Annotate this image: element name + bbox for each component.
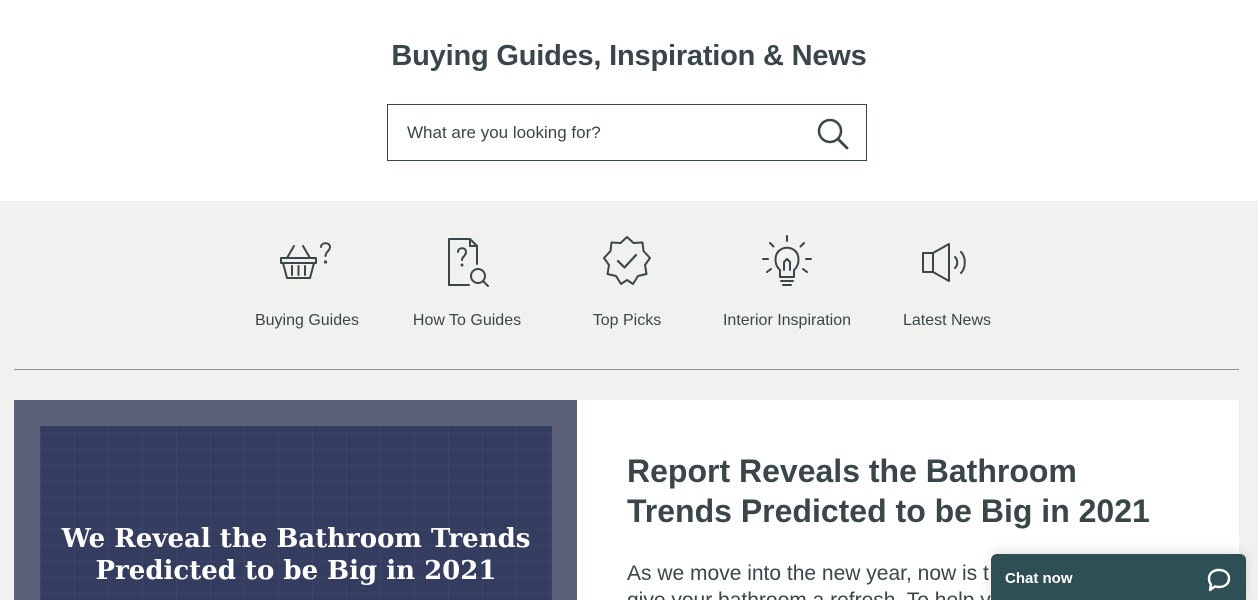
category-buying-guides[interactable]: Buying Guides (237, 228, 377, 330)
divider (14, 369, 1239, 370)
header-section: Buying Guides, Inspiration & News (0, 0, 1258, 201)
category-label: Interior Inspiration (722, 312, 852, 329)
category-label: How To Guides (412, 312, 522, 329)
featured-image-panel: We Reveal the Bathroom Trends Predicted … (40, 426, 552, 600)
article-headline[interactable]: Report Reveals the Bathroom Trends Predi… (627, 451, 1187, 531)
chat-label: Chat now (1005, 570, 1073, 587)
category-label: Buying Guides (254, 312, 360, 329)
category-label: Top Picks (592, 312, 662, 329)
category-interior-inspiration[interactable]: Interior Inspiration (717, 228, 857, 330)
category-top-picks[interactable]: Top Picks (557, 228, 697, 330)
category-how-to-guides[interactable]: How To Guides (397, 228, 537, 330)
category-latest-news[interactable]: Latest News (877, 228, 1017, 330)
excerpt-line-1: As we move into the new year, now is t (627, 562, 989, 585)
category-label: Latest News (902, 312, 992, 329)
basket-question-icon (280, 242, 331, 279)
chat-bubble-icon (1207, 568, 1231, 592)
featured-image[interactable]: We Reveal the Bathroom Trends Predicted … (14, 400, 577, 600)
lightbulb-icon (762, 235, 812, 286)
chat-now-button[interactable]: Chat now (991, 554, 1246, 600)
image-caption: We Reveal the Bathroom Trends Predicted … (61, 524, 531, 586)
search-input[interactable] (407, 105, 807, 160)
search-box (387, 104, 867, 161)
megaphone-icon (922, 243, 966, 282)
search-icon (817, 118, 849, 150)
category-nav: Buying Guides How To Guides Top Picks In… (0, 228, 1258, 358)
page-title: Buying Guides, Inspiration & News (391, 40, 867, 72)
document-search-icon (448, 238, 489, 287)
search-button[interactable] (816, 117, 850, 151)
badge-check-icon (603, 236, 651, 285)
excerpt-line-2: give your bathroom a refresh. To help y (627, 589, 991, 600)
